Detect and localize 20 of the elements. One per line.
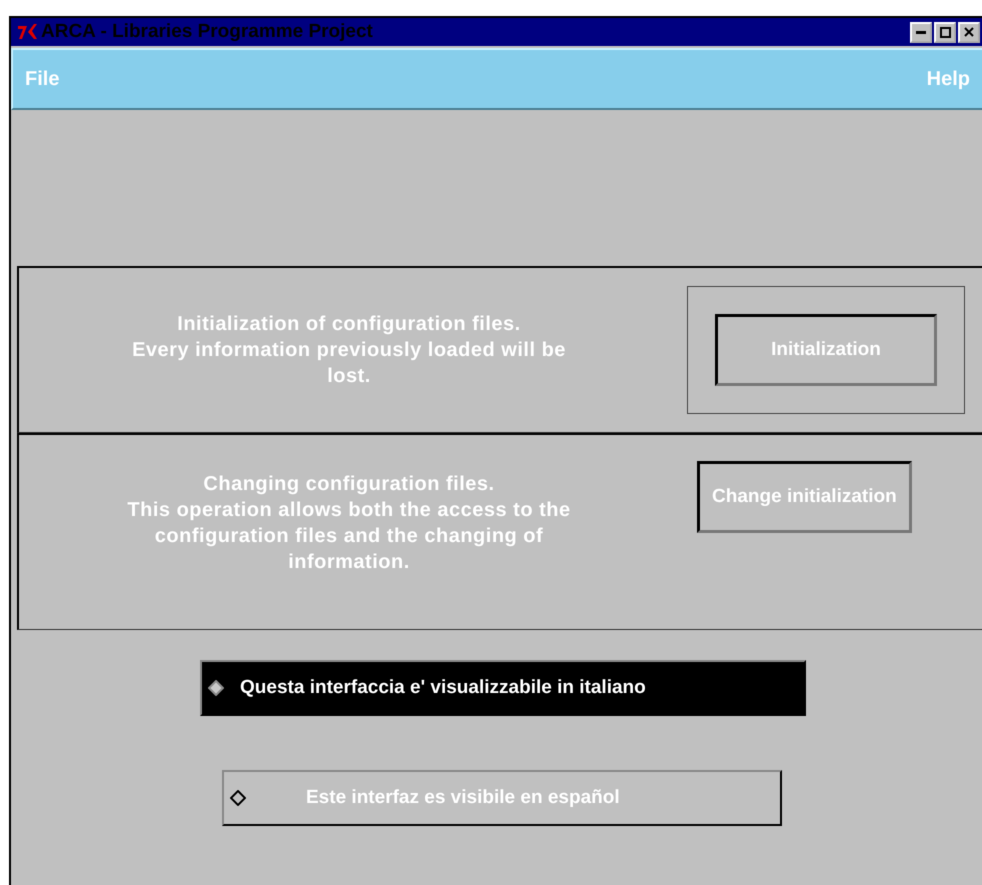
description-text: Changing configuration files. This operation allows both the access to the configuration files and the changing of information. [126, 472, 572, 575]
menu-item[interactable]: File [25, 68, 60, 90]
action-button[interactable]: Initialization [715, 314, 937, 386]
radio-indicator-icon [230, 790, 246, 806]
maximize-button[interactable] [934, 22, 956, 42]
action-button[interactable]: Change initialization [697, 461, 912, 533]
language-radio[interactable]: Questa interfaccia e' visualizzabile in italiano [200, 660, 806, 716]
maximize-icon [940, 26, 950, 38]
radio-indicator-icon [208, 680, 224, 696]
minimize-button[interactable] [910, 22, 932, 42]
language-label: Este interfaz es visibile en español [306, 787, 620, 809]
menu-item[interactable]: Help [926, 68, 970, 90]
close-icon [964, 27, 974, 37]
language-radio[interactable]: Este interfaz es visibile en español [222, 770, 782, 826]
close-button[interactable] [958, 22, 980, 42]
feather-logo-icon [17, 23, 39, 41]
description-text: Initialization of configuration files. Every information previously loaded will be lost. [131, 312, 567, 389]
window-title: ARCA - Libraries Programme Project [41, 21, 374, 43]
language-label: Questa interfaccia e' visualizzabile in italiano [240, 677, 646, 699]
minimize-icon [916, 30, 926, 34]
